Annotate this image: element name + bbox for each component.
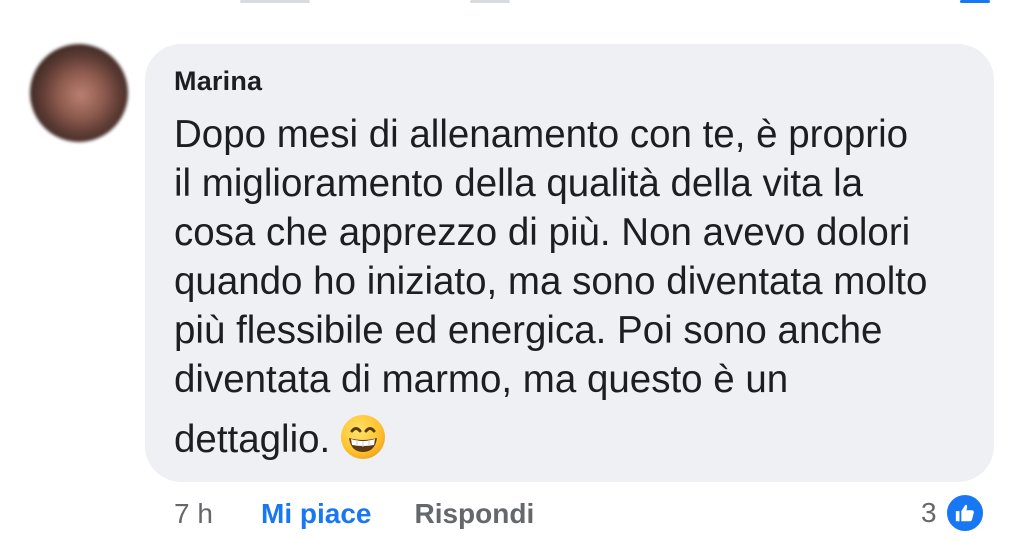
comment-line: dettaglio. (174, 418, 331, 461)
comment-actions: 7 h Mi piace Rispondi (174, 494, 534, 534)
previous-content-edge (0, 0, 1024, 6)
previous-content-fragment (240, 0, 310, 3)
like-button[interactable]: Mi piace (261, 498, 371, 530)
comment-author[interactable]: Marina (174, 66, 262, 97)
reaction-count: 3 (921, 497, 937, 528)
previous-like-badge-fragment (960, 0, 990, 3)
comment-line: cosa che apprezzo di più. Non avevo dolo… (174, 211, 911, 254)
comment-line: più flessibile ed energica. Poi sono anc… (174, 309, 883, 352)
grinning-face-icon (340, 414, 386, 472)
comment-line: quando ho iniziato, ma sono diventata mo… (174, 260, 928, 303)
comment-line: il miglioramento della qualità della vit… (174, 162, 864, 205)
thumbs-up-icon (944, 493, 985, 533)
comment-line: Dopo mesi di allenamento con te, è propr… (174, 113, 909, 156)
previous-content-fragment (470, 0, 510, 3)
comment-text: Dopo mesi di allenamento con te, è propr… (174, 110, 974, 472)
reply-button[interactable]: Rispondi (414, 498, 534, 530)
comment-timestamp[interactable]: 7 h (174, 498, 261, 530)
comment-line: diventata di marmo, ma questo è un (174, 358, 789, 401)
comment-line-last: dettaglio. (174, 414, 974, 472)
reaction-summary[interactable]: 3 (921, 492, 985, 534)
comment-view: Marina Dopo mesi di allenamento con te, … (0, 0, 1024, 542)
avatar[interactable] (30, 44, 128, 142)
